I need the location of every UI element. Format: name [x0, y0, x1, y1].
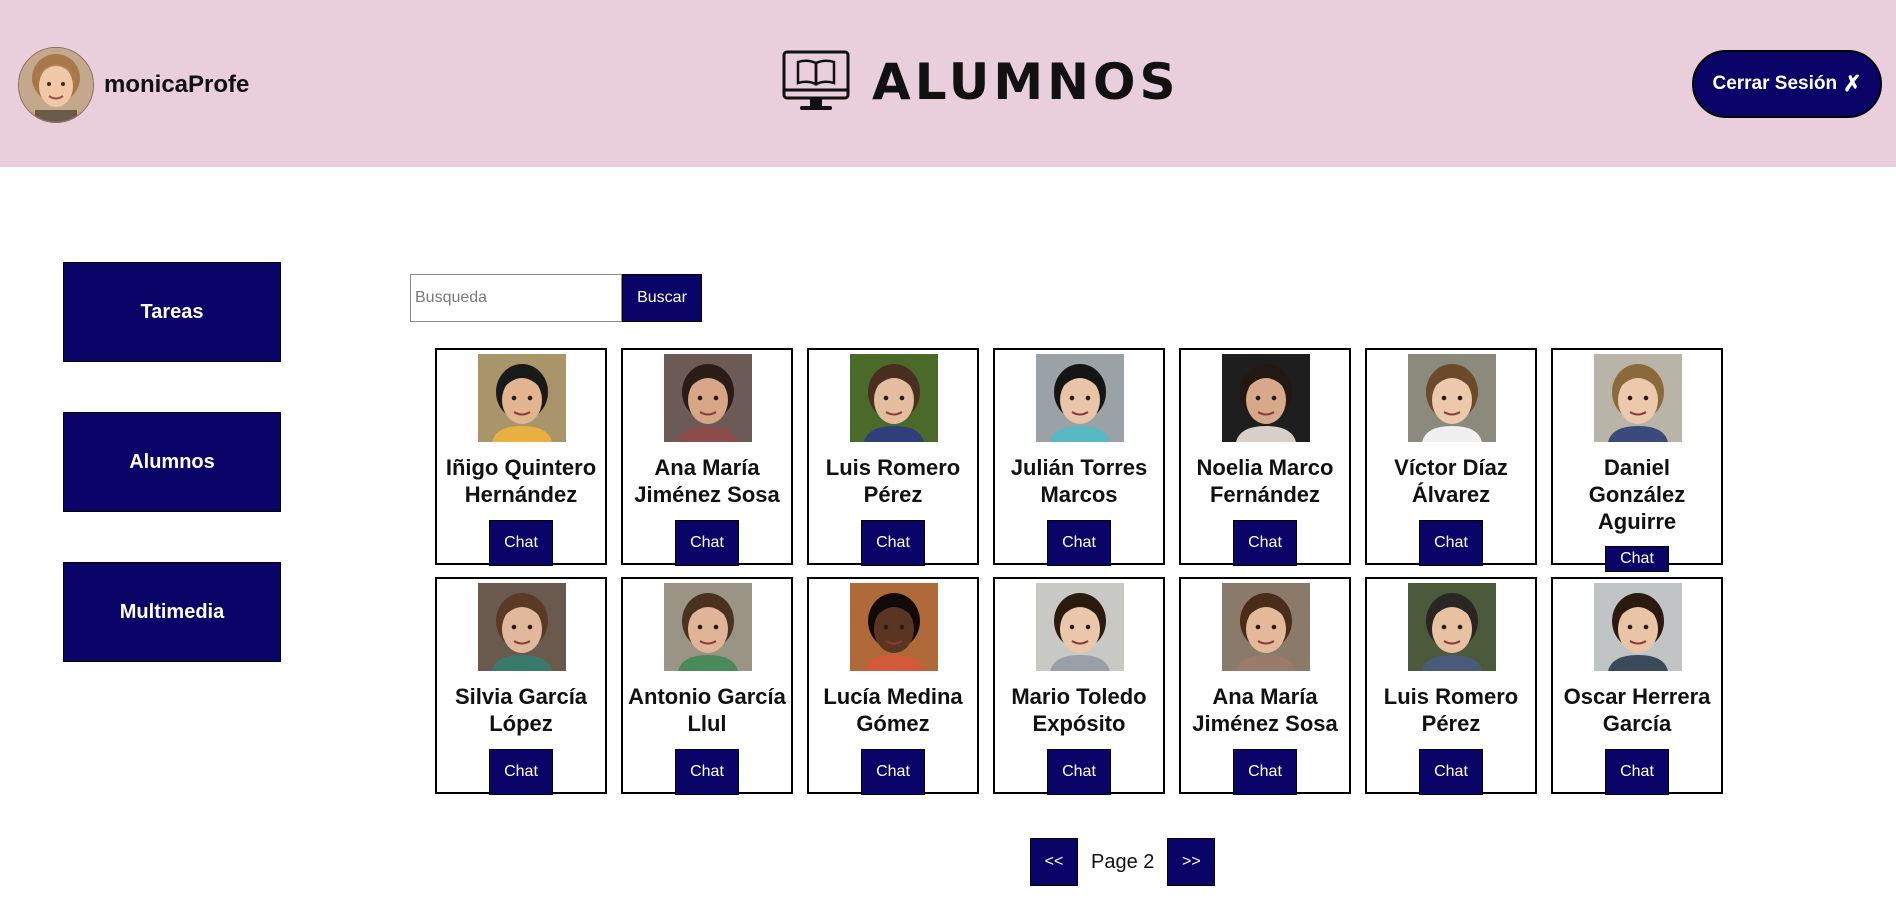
pagination: << Page 2 >> — [1030, 838, 1216, 886]
prev-page-label: << — [1044, 853, 1064, 870]
student-name: Lucía Medina Gómez — [823, 684, 963, 736]
x-mark-icon: ✗ — [1843, 71, 1862, 96]
student-photo — [1594, 354, 1682, 442]
user-profile: monicaProfe — [18, 47, 249, 123]
search-input[interactable] — [410, 274, 622, 322]
chat-button-label: Chat — [1062, 763, 1096, 780]
chat-button[interactable]: Chat — [861, 520, 925, 566]
chat-button-label: Chat — [1620, 763, 1654, 780]
chat-button-label: Chat — [1434, 763, 1468, 780]
book-monitor-icon — [782, 50, 850, 110]
student-name: Julián Torres Marcos — [1010, 455, 1148, 507]
student-photo — [664, 583, 752, 671]
student-name: Silvia García López — [454, 684, 588, 736]
chat-button[interactable]: Chat — [489, 749, 553, 795]
student-card: Julián Torres Marcos Chat — [993, 348, 1165, 566]
chat-button[interactable]: Chat — [675, 749, 739, 795]
student-card: Mario Toledo Expósito Chat — [993, 577, 1165, 795]
sidebar-item-tareas[interactable]: Tareas — [63, 262, 281, 362]
sidebar-item-alumnos[interactable]: Alumnos — [63, 412, 281, 512]
chat-button-label: Chat — [504, 763, 538, 780]
prev-page-button[interactable]: << — [1030, 838, 1078, 886]
chat-button[interactable]: Chat — [1047, 749, 1111, 795]
student-photo — [1594, 583, 1682, 671]
student-card: Luis Romero Pérez Chat — [807, 348, 979, 566]
student-name: Luis Romero Pérez — [1383, 684, 1519, 736]
next-page-label: >> — [1182, 853, 1201, 870]
chat-button[interactable]: Chat — [1047, 520, 1111, 566]
chat-button-label: Chat — [1062, 534, 1096, 551]
chat-button-label: Chat — [1434, 534, 1468, 551]
chat-button-label: Chat — [690, 763, 724, 780]
next-page-button[interactable]: >> — [1167, 838, 1216, 886]
student-card: Antonio García Llul Chat — [621, 577, 793, 795]
student-card: Ana María Jiménez Sosa Chat — [621, 348, 793, 566]
student-photo — [850, 354, 938, 442]
page-indicator: Page 2 — [1091, 850, 1155, 873]
student-name: Iñigo Quintero Hernández — [445, 455, 597, 507]
chat-button[interactable]: Chat — [1419, 520, 1483, 566]
chat-button-label: Chat — [876, 763, 910, 780]
page-title: ALUMNOS — [872, 53, 1180, 111]
student-name: Víctor Díaz Álvarez — [1394, 455, 1508, 507]
student-name: Daniel González Aguirre — [1588, 455, 1686, 534]
sidebar-item-label: Multimedia — [119, 600, 225, 623]
student-card: Silvia García López Chat — [435, 577, 607, 795]
student-name: Ana María Jiménez Sosa — [634, 455, 780, 507]
student-name: Ana María Jiménez Sosa — [1192, 684, 1338, 736]
student-photo — [1408, 583, 1496, 671]
sidebar-item-label: Alumnos — [129, 450, 215, 473]
chat-button[interactable]: Chat — [1233, 749, 1297, 795]
username: monicaProfe — [104, 71, 250, 98]
student-card: Daniel González Aguirre Chat — [1551, 348, 1723, 572]
student-card: Ana María Jiménez Sosa Chat — [1179, 577, 1351, 795]
student-photo — [850, 583, 938, 671]
search-button[interactable]: Buscar — [622, 274, 702, 322]
student-name: Antonio García Llul — [628, 684, 786, 736]
student-name: Noelia Marco Fernández — [1196, 455, 1334, 507]
chat-button-label: Chat — [1248, 534, 1282, 551]
chat-button[interactable]: Chat — [1419, 749, 1483, 795]
student-photo — [478, 583, 566, 671]
chat-button-label: Chat — [504, 534, 538, 551]
student-card: Víctor Díaz Álvarez Chat — [1365, 348, 1537, 566]
student-card: Oscar Herrera García Chat — [1551, 577, 1723, 795]
chat-button[interactable]: Chat — [1233, 520, 1297, 566]
student-photo — [1222, 354, 1310, 442]
student-photo — [1036, 583, 1124, 671]
chat-button[interactable]: Chat — [675, 520, 739, 566]
student-photo — [1408, 354, 1496, 442]
chat-button[interactable]: Chat — [1605, 546, 1669, 572]
student-name: Oscar Herrera García — [1563, 684, 1711, 736]
chat-button[interactable]: Chat — [861, 749, 925, 795]
chat-button[interactable]: Chat — [1605, 749, 1669, 795]
avatar — [18, 47, 94, 123]
chat-button-label: Chat — [876, 534, 910, 551]
chat-button-label: Chat — [1620, 550, 1654, 567]
student-card: Luis Romero Pérez Chat — [1365, 577, 1537, 795]
chat-button[interactable]: Chat — [489, 520, 553, 566]
chat-button-label: Chat — [1248, 763, 1282, 780]
student-card: Lucía Medina Gómez Chat — [807, 577, 979, 795]
chat-button-label: Chat — [690, 534, 724, 551]
search-button-label: Buscar — [637, 289, 687, 306]
student-card: Noelia Marco Fernández Chat — [1179, 348, 1351, 566]
student-name: Mario Toledo Expósito — [1011, 684, 1147, 736]
top-header: monicaProfe ALUMNOS Cerrar Sesión ✗ — [0, 0, 1896, 167]
student-photo — [1222, 583, 1310, 671]
sidebar-item-label: Tareas — [140, 300, 204, 323]
student-photo — [664, 354, 752, 442]
sidebar-item-multimedia[interactable]: Multimedia — [63, 562, 281, 662]
page-title-group: ALUMNOS — [782, 50, 1180, 114]
logout-button[interactable]: Cerrar Sesión ✗ — [1692, 50, 1882, 118]
student-name: Luis Romero Pérez — [825, 455, 961, 507]
student-photo — [1036, 354, 1124, 442]
student-photo — [478, 354, 566, 442]
student-grid: Iñigo Quintero Hernández Chat Ana María Ji… — [435, 348, 1723, 795]
student-card: Iñigo Quintero Hernández Chat — [435, 348, 607, 566]
logout-label: Cerrar Sesión — [1712, 73, 1838, 94]
